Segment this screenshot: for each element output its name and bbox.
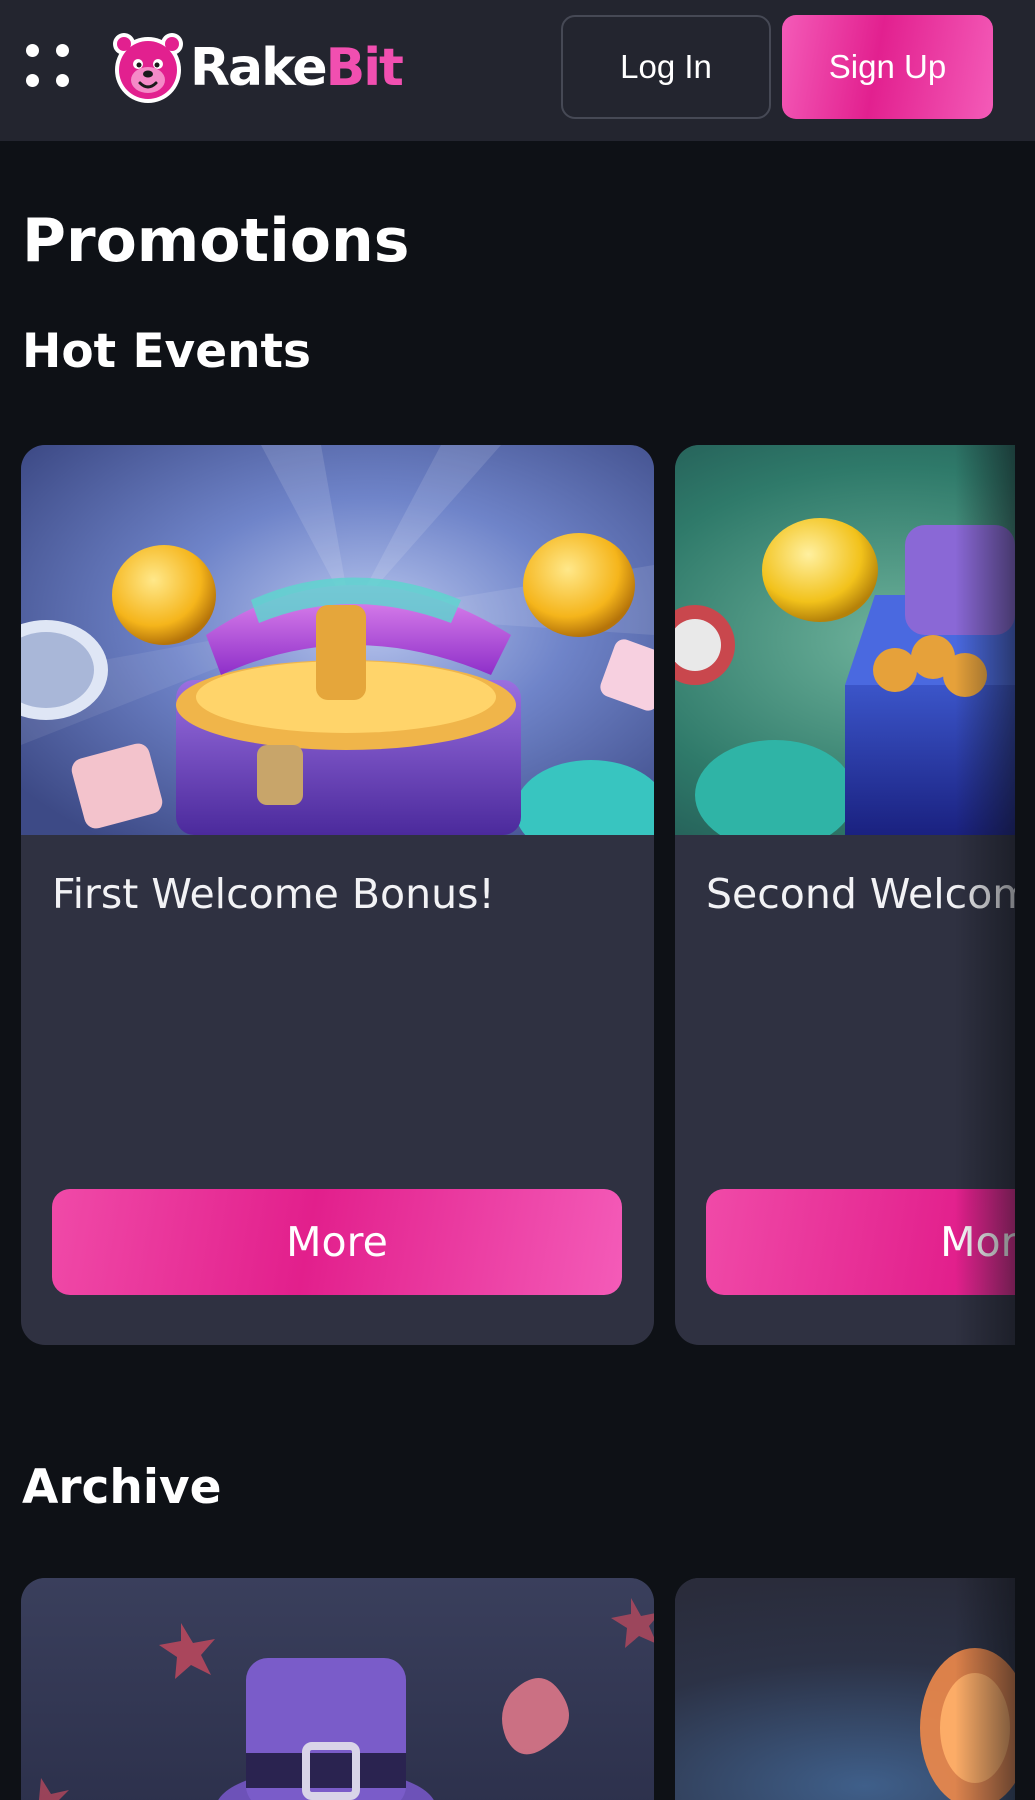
hot-events-carousel[interactable]: First Welcome Bonus! More Second Welcom … — [0, 445, 1015, 1345]
top-header: RakeBit Log In Sign Up — [0, 0, 1035, 141]
signup-button[interactable]: Sign Up — [782, 15, 993, 119]
brand-name: RakeBit — [190, 42, 404, 94]
archive-carousel[interactable] — [0, 1578, 1015, 1800]
page-title: Promotions — [22, 206, 410, 276]
leprechaun-hat-image — [21, 1578, 654, 1800]
archive-card[interactable] — [675, 1578, 1015, 1800]
promo-card[interactable]: Second Welcome Bonus! More — [675, 445, 1015, 1345]
brand-name-first: Rake — [190, 38, 328, 98]
gift-box-image — [675, 445, 1015, 835]
menu-icon[interactable] — [26, 44, 72, 90]
rakebit-logo[interactable]: RakeBit — [110, 30, 404, 106]
more-button[interactable]: More — [706, 1189, 1015, 1295]
login-button[interactable]: Log In — [561, 15, 771, 119]
promo-card-title: First Welcome Bonus! — [52, 870, 495, 918]
archive-promo-image — [675, 1578, 1015, 1800]
more-button[interactable]: More — [52, 1189, 622, 1295]
treasure-chest-image — [21, 445, 654, 835]
promo-card[interactable]: First Welcome Bonus! More — [21, 445, 654, 1345]
brand-name-second: Bit — [325, 38, 404, 98]
promo-card-title: Second Welcome Bonus! — [706, 870, 1015, 918]
hot-events-heading: Hot Events — [22, 324, 311, 379]
archive-heading: Archive — [22, 1460, 222, 1515]
archive-card[interactable] — [21, 1578, 654, 1800]
bear-logo-icon — [113, 33, 183, 103]
